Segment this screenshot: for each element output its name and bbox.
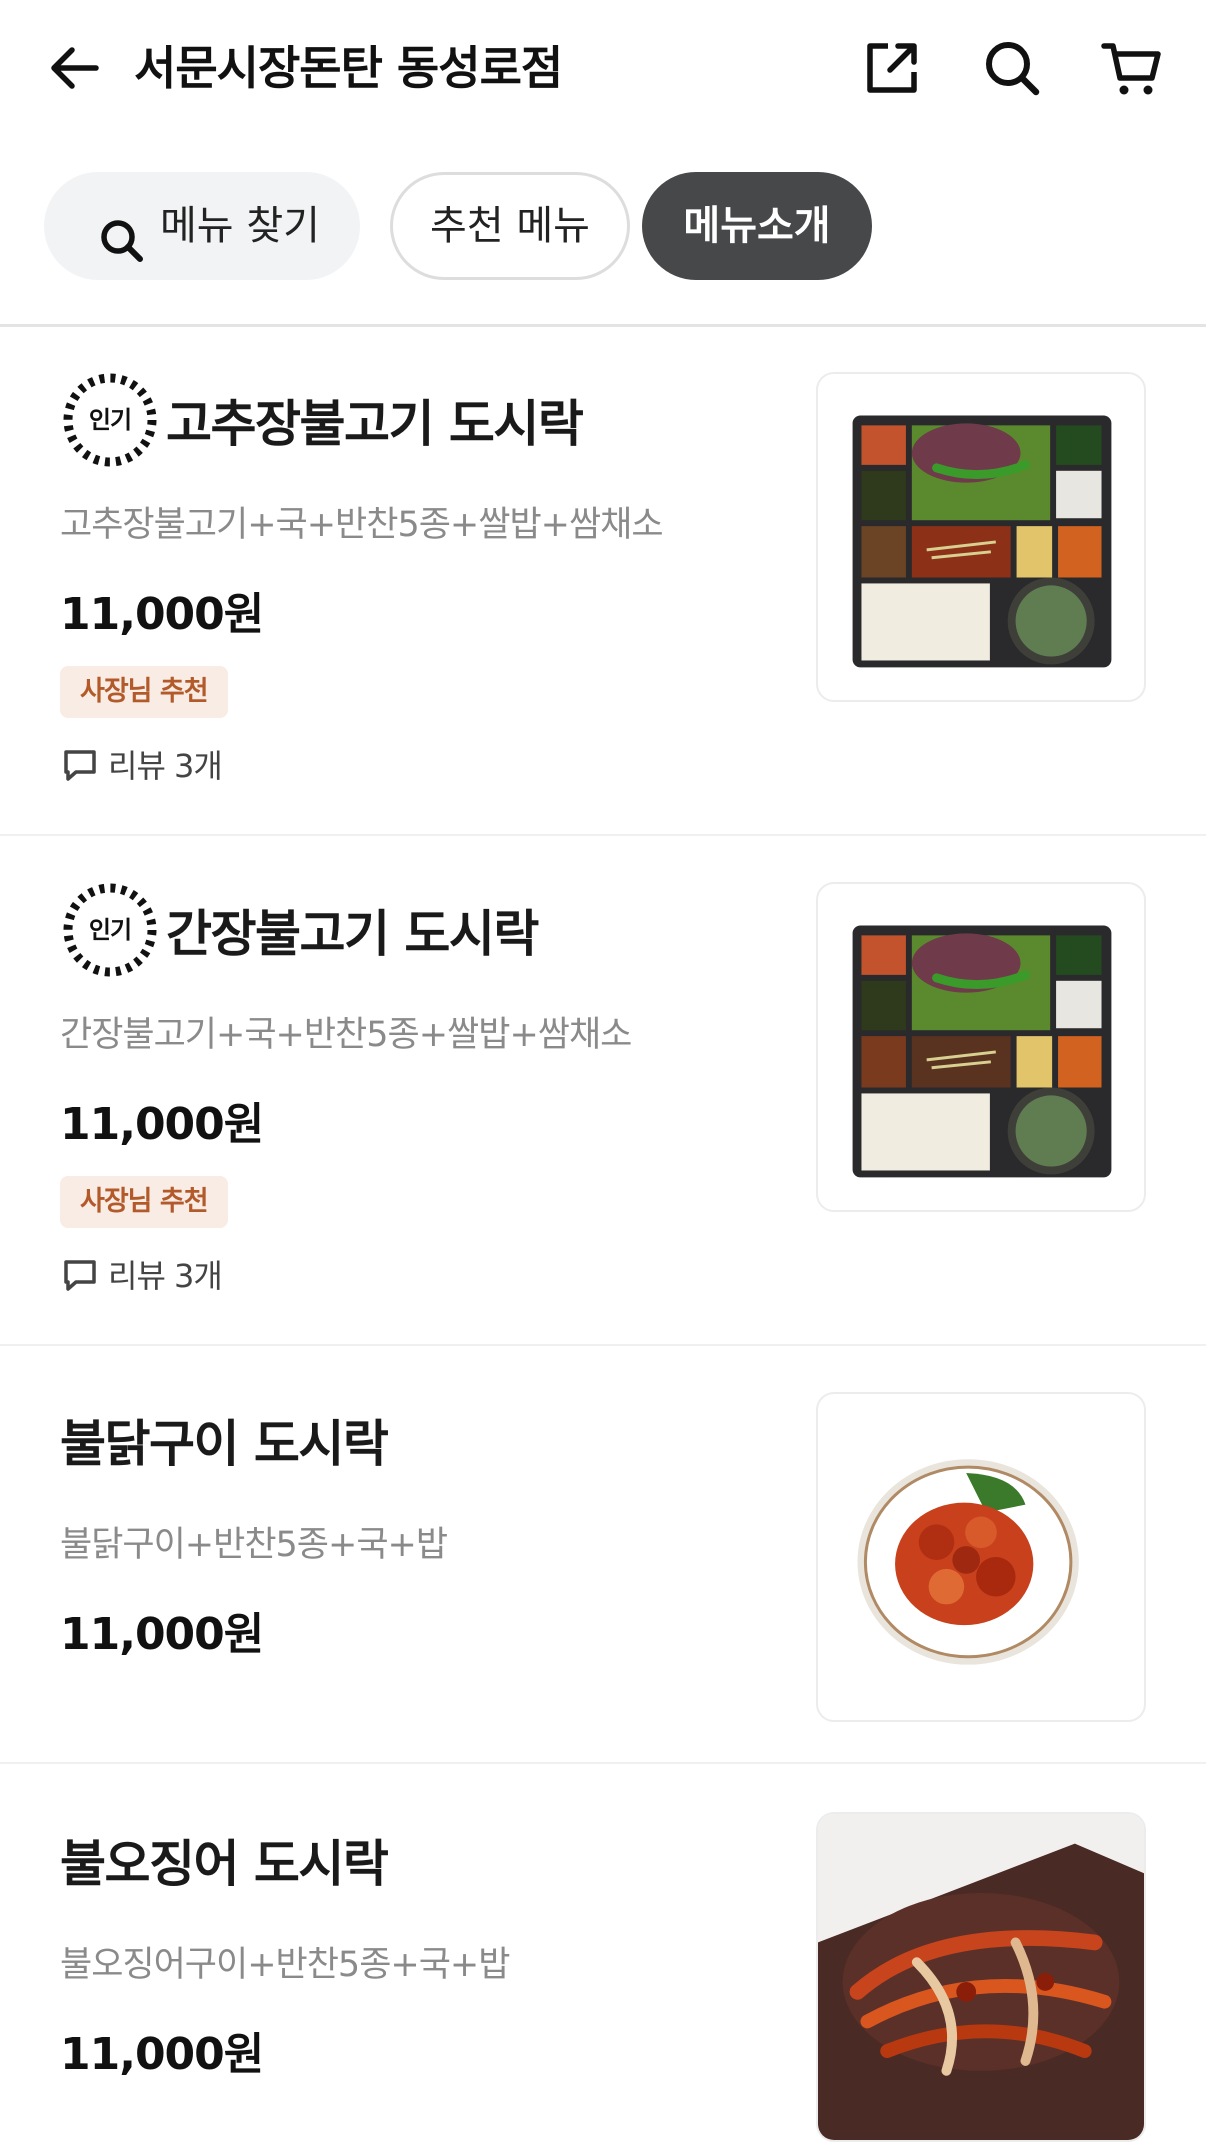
menu-search-chip[interactable]: 메뉴 찾기 [44, 172, 360, 280]
menu-item-price: 11,000원 [60, 1099, 264, 1150]
menu-name-row: 인기 고추장불고기 도시락 [60, 370, 584, 470]
speech-bubble-icon [60, 744, 100, 784]
share-icon [867, 43, 917, 93]
back-button[interactable] [44, 36, 108, 100]
menu-name-row: 불닭구이 도시락 [60, 1390, 389, 1490]
search-icon [986, 42, 1040, 96]
review-count-label: 리뷰 3개 [108, 747, 223, 785]
top-app-bar: 서문시장돈탄 동성로점 [0, 0, 1206, 140]
review-count-label: 리뷰 3개 [108, 1257, 223, 1295]
menu-item-price: 11,000원 [60, 1609, 264, 1660]
menu-item-name: 불닭구이 도시락 [60, 1415, 389, 1473]
share-button[interactable] [860, 36, 924, 100]
menu-item-description: 불오징어구이+반찬5종+국+밥 [60, 1945, 510, 1985]
item-divider [0, 1344, 1206, 1346]
store-title: 서문시장돈탄 동성로점 [134, 41, 563, 95]
menu-search-label: 메뉴 찾기 [160, 203, 320, 249]
popular-badge: 인기 [60, 370, 160, 470]
menu-filter-chips: 메뉴 찾기 추천 메뉴 메뉴소개 [0, 172, 1206, 282]
menu-name-row: 불오징어 도시락 [60, 1810, 389, 1910]
menu-name-row: 인기 간장불고기 도시락 [60, 880, 539, 980]
popular-badge: 인기 [60, 880, 160, 980]
popular-badge-label: 인기 [88, 406, 132, 434]
review-count: 리뷰 3개 [60, 742, 223, 786]
recommended-menu-chip[interactable]: 추천 메뉴 [390, 172, 630, 280]
cart-icon [1101, 43, 1161, 95]
menu-intro-chip[interactable]: 메뉴소개 [642, 172, 872, 280]
menu-item-photo[interactable] [816, 1812, 1146, 2142]
spicy-chicken-photo [857, 1459, 1079, 1665]
menu-item[interactable]: 인기 간장불고기 도시락 간장불고기+국+반찬5종+쌀밥+쌈채소 11,000원… [0, 840, 1206, 1340]
menu-item-name: 불오징어 도시락 [60, 1835, 389, 1893]
menu-item[interactable]: 불닭구이 도시락 불닭구이+반찬5종+국+밥 11,000원 [0, 1350, 1206, 1760]
menu-item-description: 불닭구이+반찬5종+국+밥 [60, 1525, 448, 1565]
lunchbox-photo [852, 415, 1112, 668]
speech-bubble-icon [60, 1254, 100, 1294]
item-divider [0, 834, 1206, 836]
popular-badge-label: 인기 [88, 916, 132, 944]
menu-item-price: 11,000원 [60, 589, 264, 640]
menu-item-price: 11,000원 [60, 2029, 264, 2080]
menu-item[interactable]: 인기 고추장불고기 도시락 고추장불고기+국+반찬5종+쌀밥+쌈채소 11,00… [0, 330, 1206, 830]
search-icon [96, 200, 148, 262]
cart-button[interactable] [1100, 36, 1164, 100]
menu-item-description: 간장불고기+국+반찬5종+쌀밥+쌈채소 [60, 1015, 632, 1055]
menu-item-description: 고추장불고기+국+반찬5종+쌀밥+쌈채소 [60, 505, 664, 545]
menu-item-name: 간장불고기 도시락 [166, 905, 539, 963]
header-divider [0, 324, 1206, 327]
owner-pick-tag: 사장님 추천 [60, 666, 228, 718]
spicy-squid-photo [818, 1814, 1144, 2140]
item-divider [0, 1762, 1206, 1764]
search-button[interactable] [980, 36, 1044, 100]
menu-item-photo[interactable] [816, 372, 1146, 702]
menu-item[interactable]: 불오징어 도시락 불오징어구이+반찬5종+국+밥 11,000원 [0, 1770, 1206, 2150]
lunchbox-photo [852, 925, 1112, 1178]
menu-item-photo[interactable] [816, 1392, 1146, 1722]
owner-pick-tag: 사장님 추천 [60, 1176, 228, 1228]
menu-item-photo[interactable] [816, 882, 1146, 1212]
review-count: 리뷰 3개 [60, 1252, 223, 1296]
arrow-left-icon [51, 47, 99, 89]
menu-item-name: 고추장불고기 도시락 [166, 395, 584, 453]
